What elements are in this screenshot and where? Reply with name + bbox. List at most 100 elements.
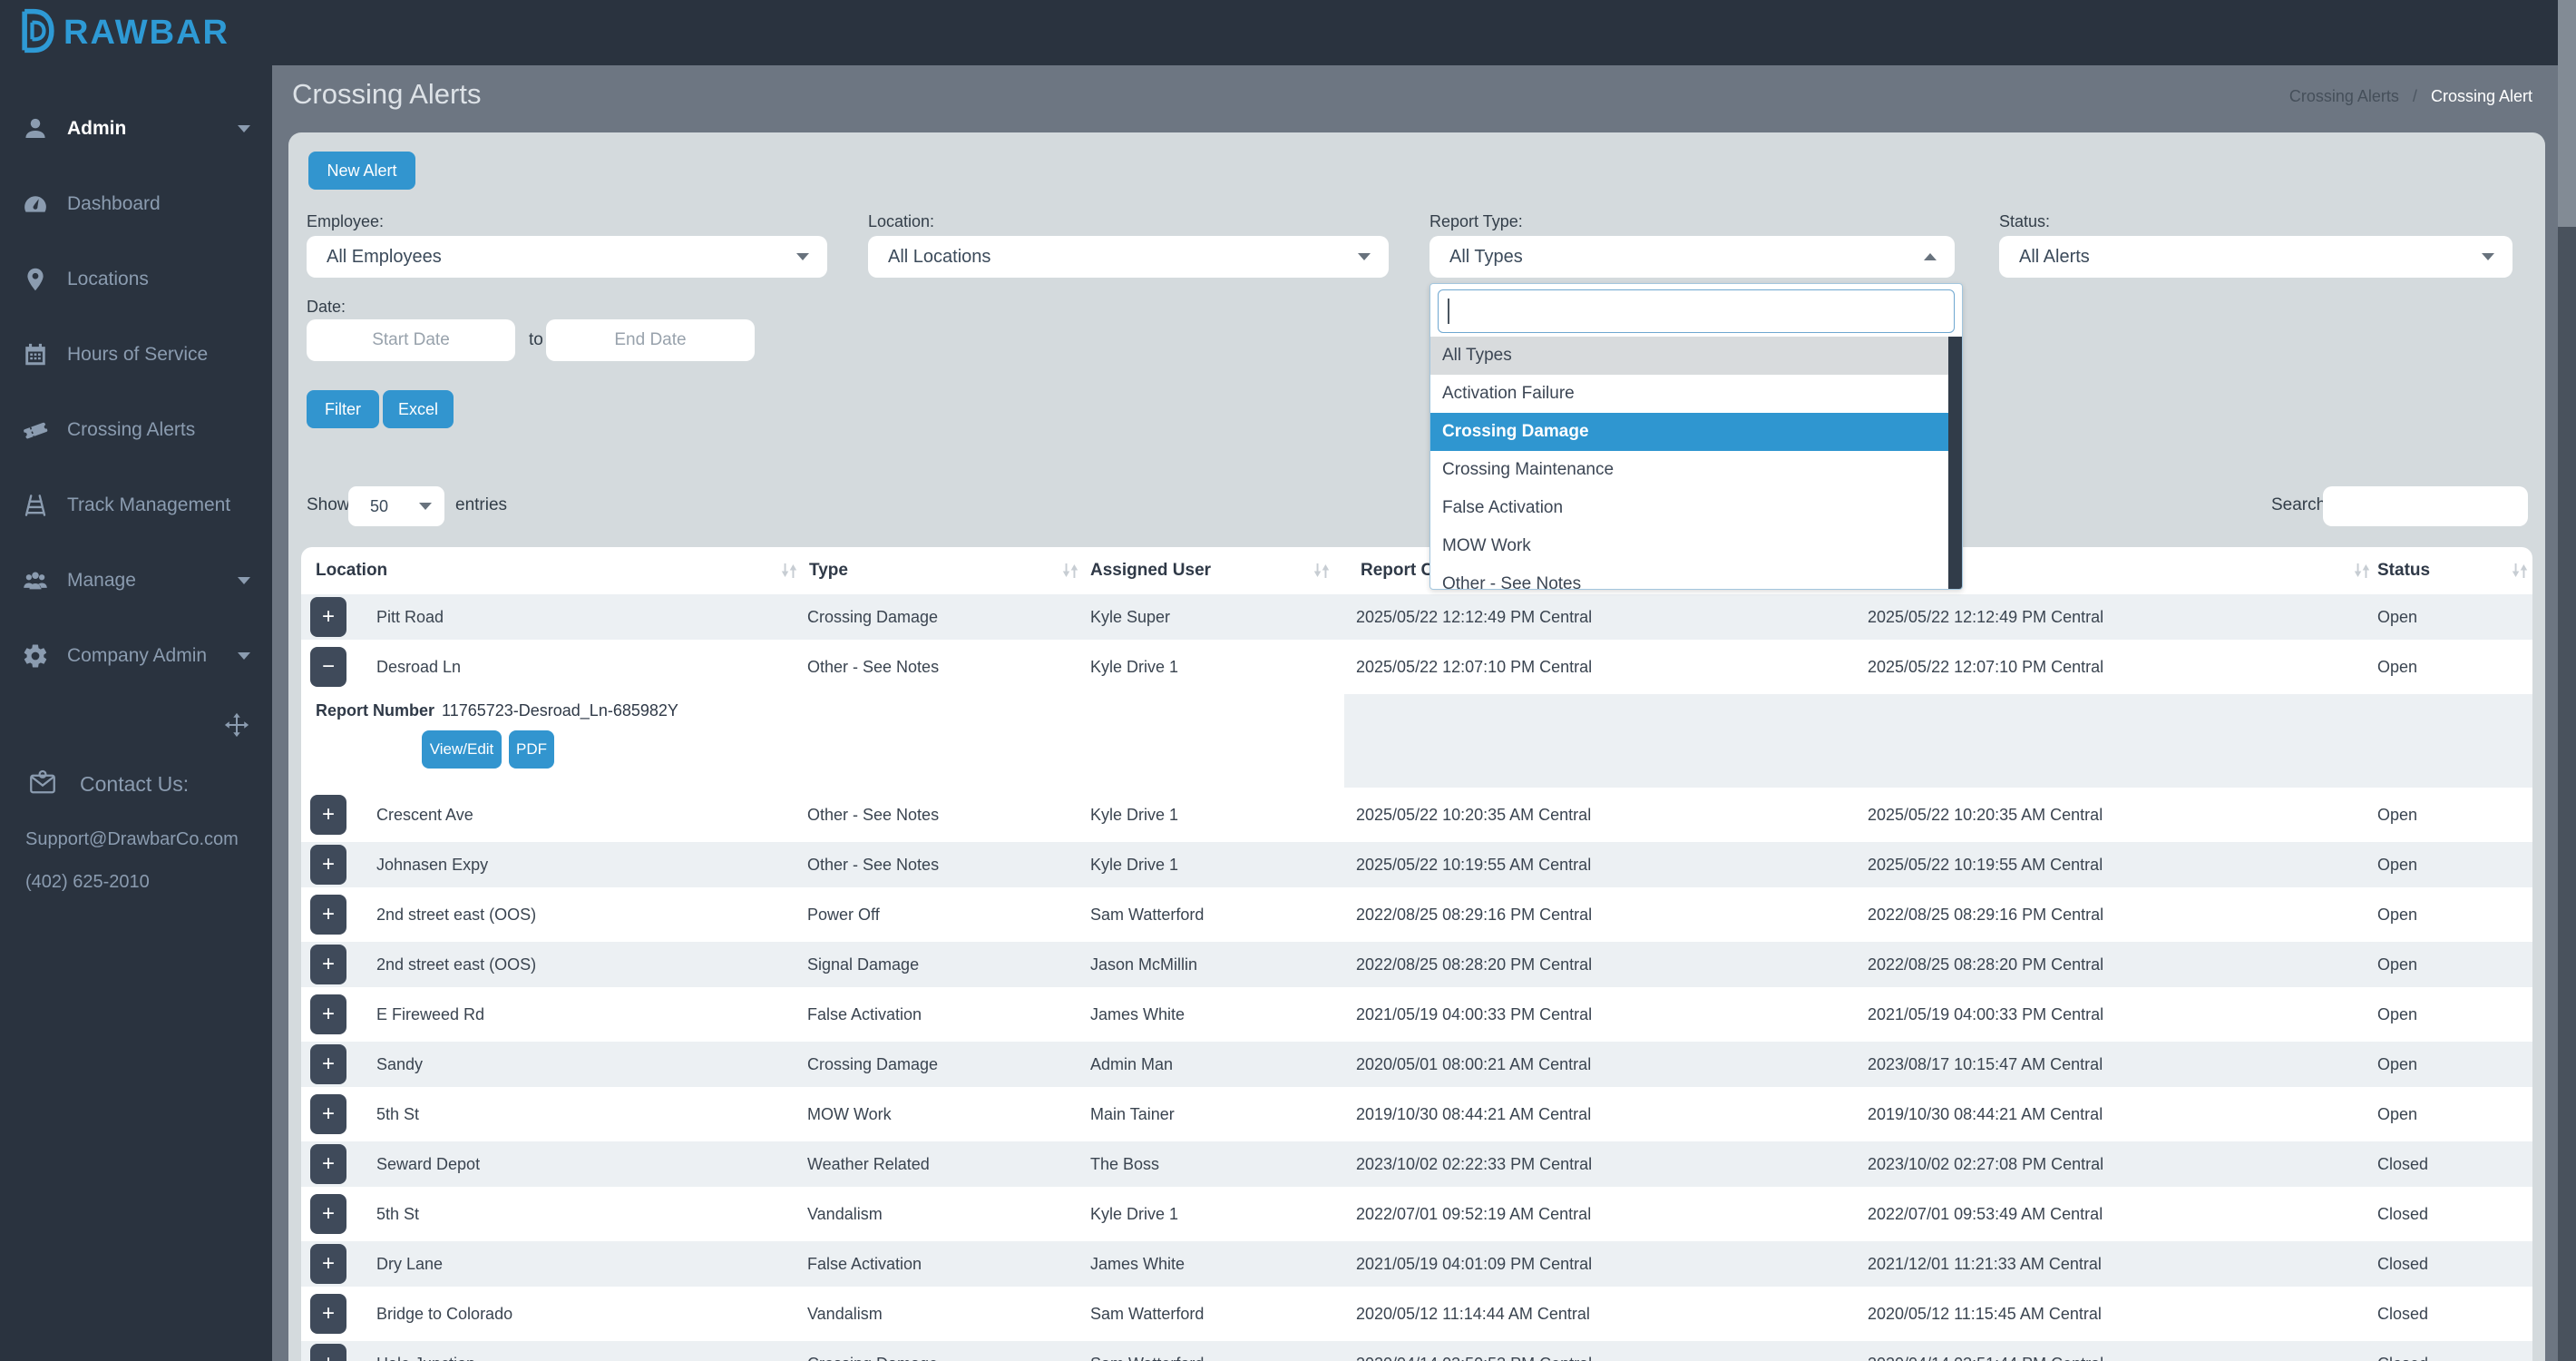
dropdown-option[interactable]: Activation Failure — [1430, 375, 1962, 413]
type-cell: Vandalism — [807, 1205, 883, 1223]
expand-row-button[interactable]: + — [310, 945, 346, 984]
show-entries-label: Show — [307, 495, 350, 514]
report-type-dropdown: All Types Activation Failure Crossing Dama… — [1429, 283, 1963, 590]
breadcrumb-parent-link[interactable]: Crossing Alerts — [2289, 87, 2399, 105]
dropdown-option[interactable]: Crossing Maintenance — [1430, 451, 1962, 489]
expand-row-button[interactable]: + — [310, 895, 346, 935]
table-row: + Johnasen Expy Other - See Notes Kyle Driv… — [301, 842, 2532, 887]
end-date-input[interactable] — [546, 319, 755, 361]
brand-logo[interactable]: RAWBAR — [15, 5, 229, 60]
expand-row-button[interactable]: + — [310, 1044, 346, 1084]
column-header-location[interactable]: Location — [316, 547, 387, 594]
expand-row-button[interactable]: + — [310, 795, 346, 835]
expand-row-button[interactable]: + — [310, 1294, 346, 1334]
report-created-cell: 2019/10/30 08:44:21 AM Central — [1356, 1105, 1592, 1123]
column-header-assigned-user[interactable]: Assigned User — [1090, 547, 1211, 594]
report-created-cell: 2023/10/02 02:22:33 PM Central — [1356, 1155, 1593, 1173]
employee-filter-label: Employee: — [307, 212, 385, 230]
expand-row-button[interactable]: + — [310, 1094, 346, 1134]
sidebar-item-track-management[interactable]: Track Management — [0, 467, 272, 543]
dropdown-option[interactable]: Other - See Notes — [1430, 565, 1962, 589]
status-cell: Closed — [2377, 1205, 2429, 1223]
table-row: + Sandy Crossing Damage Admin Man 2020/05/01… — [301, 1042, 2532, 1087]
expand-row-button[interactable]: + — [310, 994, 346, 1034]
move-icon[interactable] — [223, 711, 250, 739]
table-body: + Pitt Road Crossing Damage Kyle Super 2025/… — [301, 594, 2532, 1361]
location-cell: Dry Lane — [376, 1255, 444, 1273]
dropdown-scrollbar[interactable] — [1948, 337, 1962, 589]
sidebar-item-dashboard[interactable]: Dashboard — [0, 166, 272, 241]
sort-icon — [1061, 563, 1079, 579]
column-header-status[interactable]: Status — [2377, 547, 2430, 594]
updated-cell: 2022/08/25 08:28:20 PM Central — [1868, 955, 2104, 974]
sidebar-item-manage[interactable]: Manage — [0, 543, 272, 618]
sidebar-item-hours-of-service[interactable]: Hours of Service — [0, 317, 272, 392]
location-cell: Seward Depot — [376, 1155, 481, 1173]
column-header-type[interactable]: Type — [809, 547, 848, 594]
date-filter-label: Date: — [307, 298, 346, 316]
caret-down-icon — [238, 124, 250, 132]
assigned-user-cell: Kyle Super — [1090, 608, 1171, 626]
dropdown-option-list: All Types Activation Failure Crossing Dama… — [1430, 337, 1962, 589]
updated-cell: 2021/12/01 11:21:33 AM Central — [1868, 1255, 2102, 1273]
location-filter-label: Location: — [868, 212, 935, 230]
sidebar-item-admin[interactable]: Admin — [0, 91, 272, 166]
dropdown-option[interactable]: Crossing Damage — [1430, 413, 1962, 451]
expand-row-button[interactable]: + — [310, 845, 346, 885]
new-alert-button[interactable]: New Alert — [308, 152, 415, 190]
status-cell: Closed — [2377, 1305, 2429, 1323]
sidebar-item-locations[interactable]: Locations — [0, 241, 272, 317]
chevron-down-icon — [419, 503, 432, 510]
dropdown-option[interactable]: False Activation — [1430, 489, 1962, 527]
report-created-cell: 2020/05/12 11:14:44 AM Central — [1356, 1305, 1590, 1323]
assigned-user-cell: Kyle Drive 1 — [1090, 1205, 1179, 1223]
table-row: +5th St MOW Work Main Tainer 2019/10/30 08:… — [301, 1092, 2532, 1137]
assigned-user-cell: Sam Watterford — [1090, 1341, 1204, 1361]
status-filter-label: Status: — [1999, 212, 2051, 230]
updated-cell: 2020/05/12 11:15:45 AM Central — [1868, 1305, 2102, 1323]
sidebar-item-crossing-alerts[interactable]: Crossing Alerts — [0, 392, 272, 467]
excel-button[interactable]: Excel — [383, 390, 454, 428]
report-type-select[interactable]: All Types — [1429, 236, 1955, 278]
users-icon — [22, 567, 49, 594]
start-date-input[interactable] — [307, 319, 515, 361]
sort-icon — [2511, 563, 2529, 579]
expand-row-button[interactable]: + — [310, 1144, 346, 1184]
table-row: + E Fireweed Rd False Activation James Whit… — [301, 992, 2532, 1037]
expand-row-button[interactable]: + — [310, 597, 346, 637]
page-size-select[interactable]: 50 — [348, 486, 444, 526]
updated-cell: 2022/07/01 09:53:49 AM Central — [1868, 1205, 2103, 1223]
assigned-user-cell: Kyle Drive 1 — [1090, 658, 1179, 676]
mail-icon — [27, 769, 58, 799]
view-edit-button[interactable]: View/Edit — [422, 730, 502, 769]
breadcrumb: Crossing Alerts / Crossing Alert — [2289, 87, 2532, 106]
location-cell: Crescent Ave — [376, 806, 473, 824]
pdf-button[interactable]: PDF — [509, 730, 554, 769]
ticket-icon — [22, 416, 49, 444]
expand-row-button[interactable]: + — [310, 1244, 346, 1284]
employee-select[interactable]: All Employees — [307, 236, 827, 278]
dropdown-option[interactable]: All Types — [1430, 337, 1962, 375]
table-search-input[interactable] — [2323, 486, 2528, 526]
chevron-up-icon — [1924, 253, 1937, 260]
status-select[interactable]: All Alerts — [1999, 236, 2513, 278]
table-row: + Pitt Road Crossing Damage Kyle Super 2025/… — [301, 594, 2532, 640]
expand-row-button[interactable]: + — [310, 1344, 346, 1361]
expand-row-button[interactable]: + — [310, 1194, 346, 1234]
page-scrollbar-thumb[interactable] — [2558, 227, 2576, 1361]
sidebar-item-label: Track Management — [67, 494, 231, 515]
dropdown-option[interactable]: MOW Work — [1430, 527, 1962, 565]
updated-cell: 2025/05/22 10:20:35 AM Central — [1868, 806, 2103, 824]
status-cell: Open — [2377, 608, 2418, 626]
report-created-cell: 2025/05/22 12:07:10 PM Central — [1356, 658, 1593, 676]
collapse-row-button[interactable]: − — [310, 647, 346, 687]
dropdown-search-input[interactable] — [1438, 289, 1955, 333]
sidebar-item-company-admin[interactable]: Company Admin — [0, 618, 272, 693]
table-row: + Crescent Ave Other - See Notes Kyle Drive… — [301, 792, 2532, 837]
status-select-value: All Alerts — [2019, 246, 2090, 267]
location-select[interactable]: All Locations — [868, 236, 1389, 278]
type-cell: Crossing Damage — [807, 608, 939, 626]
breadcrumb-current: Crossing Alert — [2430, 87, 2532, 105]
filter-button[interactable]: Filter — [307, 390, 379, 428]
updated-cell: 2023/10/02 02:27:08 PM Central — [1868, 1155, 2104, 1173]
